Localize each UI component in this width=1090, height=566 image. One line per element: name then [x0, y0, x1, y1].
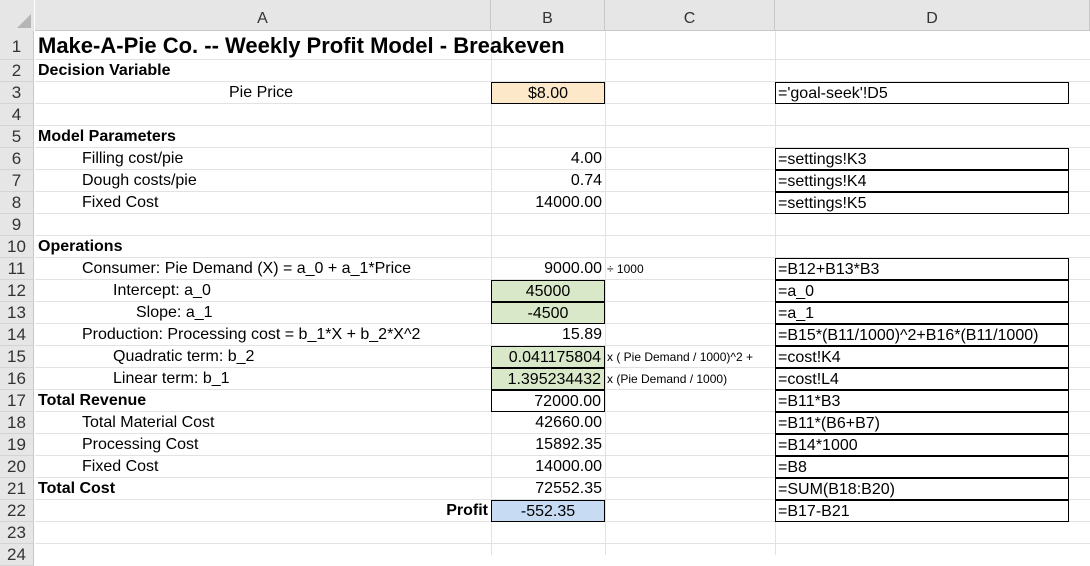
cell-b15-input[interactable]: 0.041175804 [491, 346, 605, 368]
cell-b20-value[interactable]: 14000.00 [491, 456, 605, 478]
cell-d12-formula[interactable]: =a_0 [775, 280, 1069, 302]
cell-b12-input[interactable]: 45000 [491, 280, 605, 302]
row-header-23[interactable]: 23 [0, 522, 34, 544]
cell-a20-label[interactable]: Fixed Cost [82, 456, 158, 478]
spreadsheet: A B C D 1 2 3 4 5 6 7 8 9 10 11 12 13 14… [0, 0, 1090, 566]
cell-d7-formula[interactable]: =settings!K4 [775, 170, 1069, 192]
cell-a22-profit-label[interactable]: Profit [35, 500, 491, 522]
cell-b16-input[interactable]: 1.395234432 [491, 368, 605, 390]
cell-a13-label[interactable]: Slope: a_1 [136, 302, 213, 324]
cell-d6-formula[interactable]: =settings!K3 [775, 148, 1069, 170]
row-header-8[interactable]: 8 [0, 192, 34, 214]
cell-b7-value[interactable]: 0.74 [491, 170, 605, 192]
row-header-7[interactable]: 7 [0, 170, 34, 192]
cell-d14-formula[interactable]: =B15*(B11/1000)^2+B16*(B11/1000) [775, 324, 1069, 346]
cell-d20-formula[interactable]: =B8 [775, 456, 1069, 478]
row-header-11[interactable]: 11 [0, 258, 34, 280]
cell-d11-formula[interactable]: =B12+B13*B3 [775, 258, 1069, 280]
row-header-6[interactable]: 6 [0, 148, 34, 170]
select-all-corner[interactable] [0, 0, 34, 31]
gridline [35, 235, 1090, 236]
cell-d8-formula[interactable]: =settings!K5 [775, 192, 1069, 214]
cell-a3-label[interactable]: Pie Price [229, 82, 293, 104]
cell-b11-value[interactable]: 9000.00 [491, 258, 605, 280]
cell-a16-label[interactable]: Linear term: b_1 [113, 368, 230, 390]
row-header-18[interactable]: 18 [0, 412, 34, 434]
cell-a21-section-heading[interactable]: Total Cost [38, 478, 115, 500]
cell-d3-formula[interactable]: ='goal-seek'!D5 [775, 82, 1069, 104]
cell-a5-section-heading[interactable]: Model Parameters [38, 126, 176, 148]
cell-b18-value[interactable]: 42660.00 [491, 412, 605, 434]
cell-a11-label[interactable]: Consumer: Pie Demand (X) = a_0 + a_1*Pri… [82, 258, 411, 280]
row-header-17[interactable]: 17 [0, 390, 34, 412]
cell-d15-formula[interactable]: =cost!K4 [775, 346, 1069, 368]
cell-c16-note[interactable]: x (Pie Demand / 1000) [607, 368, 727, 390]
cell-a15-label[interactable]: Quadratic term: b_2 [113, 346, 254, 368]
cell-a18-label[interactable]: Total Material Cost [82, 412, 215, 434]
cell-b19-value[interactable]: 15892.35 [491, 434, 605, 456]
cell-b3-pie-price-input[interactable]: $8.00 [491, 82, 605, 104]
row-header-4[interactable]: 4 [0, 104, 34, 126]
row-header-19[interactable]: 19 [0, 434, 34, 456]
cell-d13-formula[interactable]: =a_1 [775, 302, 1069, 324]
cell-a12-label[interactable]: Intercept: a_0 [113, 280, 211, 302]
row-header-10[interactable]: 10 [0, 236, 34, 258]
cell-a8-label[interactable]: Fixed Cost [82, 192, 158, 214]
cell-b22-profit-value[interactable]: -552.35 [491, 500, 605, 522]
column-header-a[interactable]: A [35, 0, 491, 31]
cell-a7-label[interactable]: Dough costs/pie [82, 170, 197, 192]
row-header-2[interactable]: 2 [0, 60, 34, 82]
gridline [35, 543, 1090, 544]
row-header-22[interactable]: 22 [0, 500, 34, 522]
cell-a19-label[interactable]: Processing Cost [82, 434, 199, 456]
row-header-16[interactable]: 16 [0, 368, 34, 390]
cell-b13-input[interactable]: -4500 [491, 302, 605, 324]
column-header-d[interactable]: D [775, 0, 1090, 31]
row-header-9[interactable]: 9 [0, 214, 34, 236]
cell-d16-formula[interactable]: =cost!L4 [775, 368, 1069, 390]
cell-a10-section-heading[interactable]: Operations [38, 236, 122, 258]
row-header-3[interactable]: 3 [0, 82, 34, 104]
cell-d22-formula[interactable]: =B17-B21 [775, 500, 1069, 522]
cell-c15-note[interactable]: x ( Pie Demand / 1000)^2 + [607, 346, 753, 368]
row-header-1[interactable]: 1 [0, 31, 34, 60]
row-header-21[interactable]: 21 [0, 478, 34, 500]
cell-d19-formula[interactable]: =B14*1000 [775, 434, 1069, 456]
column-header-b[interactable]: B [491, 0, 605, 31]
cell-b21-value[interactable]: 72552.35 [491, 478, 605, 500]
cell-c11-note[interactable]: ÷ 1000 [607, 258, 644, 280]
gridline [35, 59, 1090, 60]
row-header-12[interactable]: 12 [0, 280, 34, 302]
row-header-13[interactable]: 13 [0, 302, 34, 324]
row-header-24[interactable]: 24 [0, 544, 34, 566]
cell-d21-formula[interactable]: =SUM(B18:B20) [775, 478, 1069, 500]
row-header-15[interactable]: 15 [0, 346, 34, 368]
cell-a6-label[interactable]: Filling cost/pie [82, 148, 183, 170]
cell-b17-value[interactable]: 72000.00 [491, 390, 605, 412]
cell-b8-value[interactable]: 14000.00 [491, 192, 605, 214]
sheet-title[interactable]: Make-A-Pie Co. -- Weekly Profit Model - … [38, 34, 565, 58]
cell-b6-value[interactable]: 4.00 [491, 148, 605, 170]
row-header-20[interactable]: 20 [0, 456, 34, 478]
cell-b14-value[interactable]: 15.89 [491, 324, 605, 346]
cell-d17-formula[interactable]: =B11*B3 [775, 390, 1069, 412]
cell-a2-section-heading[interactable]: Decision Variable [38, 60, 171, 82]
select-all-icon [17, 14, 31, 28]
column-header-c[interactable]: C [605, 0, 775, 31]
row-header-5[interactable]: 5 [0, 126, 34, 148]
row-header-14[interactable]: 14 [0, 324, 34, 346]
cell-a14-label[interactable]: Production: Processing cost = b_1*X + b_… [82, 324, 420, 346]
cell-a17-section-heading[interactable]: Total Revenue [38, 390, 146, 412]
gridline [35, 125, 1090, 126]
cell-d18-formula[interactable]: =B11*(B6+B7) [775, 412, 1069, 434]
